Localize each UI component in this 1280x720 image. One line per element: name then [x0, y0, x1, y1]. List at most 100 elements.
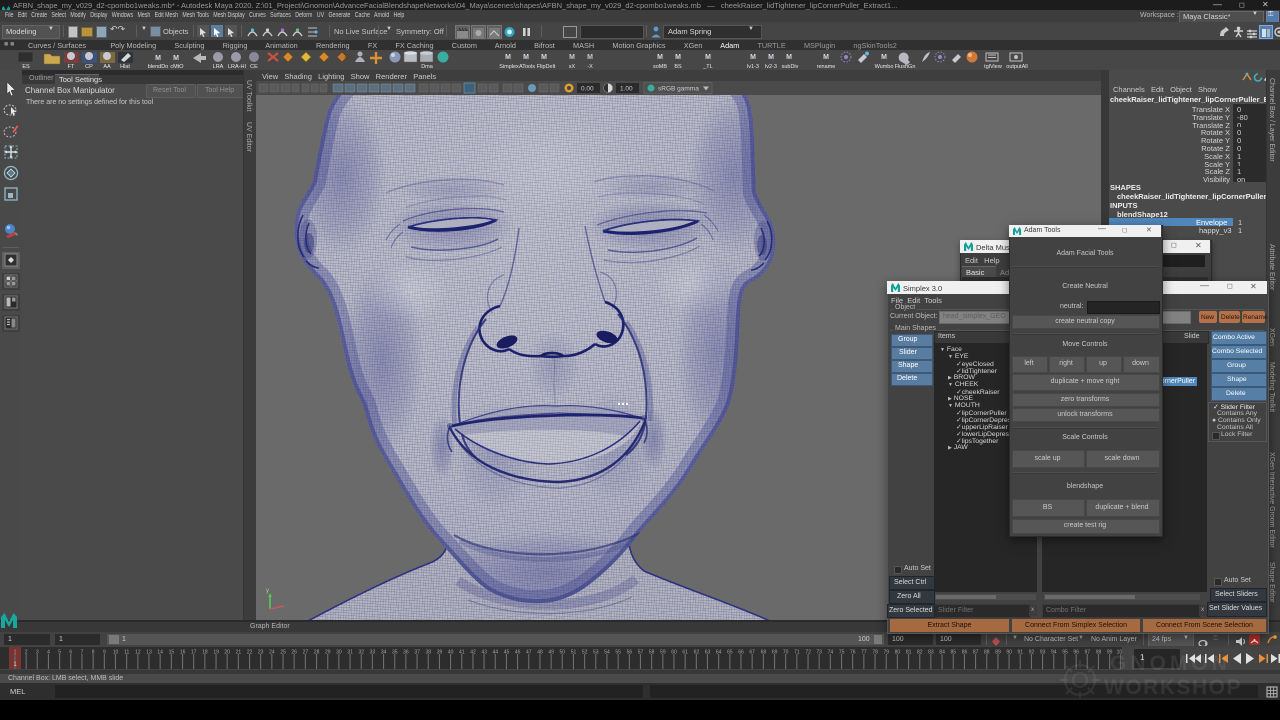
svg-text:35: 35	[392, 650, 398, 656]
svg-text:42: 42	[470, 650, 476, 656]
svg-text:60: 60	[671, 650, 677, 656]
svg-text:85: 85	[951, 650, 957, 656]
svg-text:69: 69	[772, 650, 778, 656]
svg-text:49: 49	[548, 650, 554, 656]
svg-text:y: y	[266, 588, 269, 594]
svg-text:57: 57	[638, 650, 644, 656]
svg-text:31: 31	[347, 650, 353, 656]
svg-text:M: M	[675, 54, 681, 61]
svg-text:1: 1	[14, 650, 17, 656]
svg-text:M: M	[881, 54, 887, 61]
svg-text:83: 83	[928, 650, 934, 656]
svg-text:M: M	[768, 54, 774, 61]
svg-text:59: 59	[660, 650, 666, 656]
svg-text:72: 72	[805, 650, 811, 656]
svg-text:22: 22	[247, 650, 253, 656]
svg-text:68: 68	[761, 650, 767, 656]
svg-text:0.00: 0.00	[581, 86, 594, 93]
svg-text:9: 9	[103, 650, 106, 656]
svg-text:66: 66	[738, 650, 744, 656]
svg-text:65: 65	[727, 650, 733, 656]
svg-text:29: 29	[325, 650, 331, 656]
svg-text:91: 91	[1018, 650, 1024, 656]
svg-text:50: 50	[560, 650, 566, 656]
svg-text:M: M	[155, 55, 161, 62]
svg-text:M: M	[786, 54, 792, 61]
svg-text:89: 89	[995, 650, 1001, 656]
svg-text:M: M	[657, 54, 663, 61]
svg-text:79: 79	[884, 650, 890, 656]
svg-text:46: 46	[515, 650, 521, 656]
svg-text:48: 48	[537, 650, 543, 656]
svg-text:54: 54	[604, 650, 610, 656]
svg-text:M: M	[750, 54, 756, 61]
svg-text:64: 64	[716, 650, 722, 656]
svg-text:2: 2	[25, 650, 28, 656]
svg-text:58: 58	[649, 650, 655, 656]
svg-text:33: 33	[370, 650, 376, 656]
svg-text:37: 37	[414, 650, 420, 656]
svg-text:77: 77	[861, 650, 867, 656]
svg-text:28: 28	[314, 650, 320, 656]
svg-text:M: M	[569, 54, 575, 61]
svg-text:GNOMON: GNOMON	[1110, 652, 1231, 675]
svg-text:M: M	[505, 54, 511, 61]
svg-text:63: 63	[705, 650, 711, 656]
svg-text:12: 12	[135, 650, 141, 656]
svg-text:24: 24	[269, 650, 275, 656]
svg-text:M: M	[173, 55, 179, 62]
svg-text:56: 56	[627, 650, 633, 656]
svg-text:40: 40	[448, 650, 454, 656]
svg-text:51: 51	[571, 650, 577, 656]
svg-text:34: 34	[381, 650, 387, 656]
svg-text:74: 74	[828, 650, 834, 656]
svg-text:82: 82	[917, 650, 923, 656]
svg-text:81: 81	[906, 650, 912, 656]
svg-text:71: 71	[794, 650, 800, 656]
svg-text:53: 53	[593, 650, 599, 656]
svg-text:M: M	[523, 54, 529, 61]
svg-text:M: M	[587, 54, 593, 61]
svg-text:78: 78	[872, 650, 878, 656]
svg-text:26: 26	[291, 650, 297, 656]
svg-text:80: 80	[895, 650, 901, 656]
svg-text:18: 18	[202, 650, 208, 656]
svg-text:10: 10	[113, 650, 119, 656]
svg-text:1.00: 1.00	[620, 86, 633, 93]
svg-text:WORKSHOP: WORKSHOP	[1104, 676, 1242, 698]
svg-text:92: 92	[1029, 650, 1035, 656]
svg-text:90: 90	[1006, 650, 1012, 656]
svg-text:62: 62	[694, 650, 700, 656]
svg-text:73: 73	[816, 650, 822, 656]
svg-text:19: 19	[213, 650, 219, 656]
svg-text:20: 20	[224, 650, 230, 656]
svg-text:4: 4	[47, 650, 50, 656]
svg-text:5: 5	[58, 650, 61, 656]
svg-text:23: 23	[258, 650, 264, 656]
svg-text:15: 15	[169, 650, 175, 656]
svg-text:43: 43	[481, 650, 487, 656]
svg-text:7: 7	[81, 650, 84, 656]
svg-text:52: 52	[582, 650, 588, 656]
svg-text:44: 44	[493, 650, 499, 656]
svg-text:13: 13	[146, 650, 152, 656]
svg-text:6: 6	[69, 650, 72, 656]
svg-text:32: 32	[359, 650, 365, 656]
svg-text:87: 87	[973, 650, 979, 656]
svg-text:61: 61	[682, 650, 688, 656]
svg-text:M: M	[541, 54, 547, 61]
svg-text:41: 41	[459, 650, 465, 656]
svg-text:39: 39	[437, 650, 443, 656]
svg-text:sRGB gamma: sRGB gamma	[658, 86, 699, 93]
svg-text:47: 47	[526, 650, 532, 656]
svg-text:75: 75	[839, 650, 845, 656]
svg-text:76: 76	[850, 650, 856, 656]
svg-text:25: 25	[280, 650, 286, 656]
svg-text:38: 38	[426, 650, 432, 656]
svg-text:45: 45	[504, 650, 510, 656]
svg-text:70: 70	[783, 650, 789, 656]
svg-text:55: 55	[615, 650, 621, 656]
svg-text:86: 86	[962, 650, 968, 656]
svg-text:M: M	[823, 54, 829, 61]
svg-text:88: 88	[984, 650, 990, 656]
